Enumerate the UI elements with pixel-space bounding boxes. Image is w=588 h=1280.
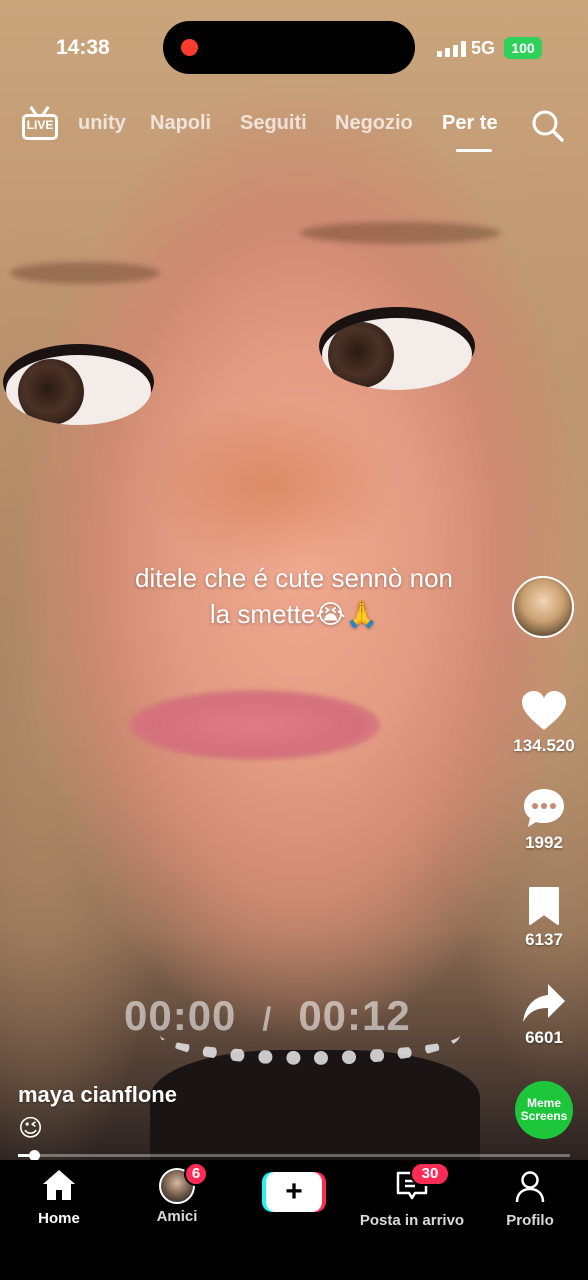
inbox-label: Posta in arrivo [359, 1212, 465, 1229]
video-face-detail [322, 318, 472, 390]
tab-home[interactable]: Home [30, 1160, 88, 1227]
friends-badge: 6 [184, 1162, 208, 1186]
video-face-detail [150, 1050, 480, 1170]
search-icon[interactable] [530, 108, 566, 144]
comment-icon [524, 789, 564, 827]
sound-label: Meme Screens [520, 1096, 568, 1123]
caption-line: la smette😭🙏 [209, 599, 379, 629]
like-button[interactable]: 134.520 [510, 690, 578, 756]
author-name[interactable]: maya cianflone [18, 1082, 177, 1108]
inbox-badge: 30 [410, 1162, 450, 1186]
heart-icon [522, 691, 566, 730]
save-button[interactable]: 6137 [510, 886, 578, 950]
video-face-detail [10, 262, 160, 284]
caption-line: ditele che é cute sennò non [134, 563, 454, 593]
tab-profile[interactable]: Profilo [500, 1160, 560, 1229]
battery-icon: 100 [504, 37, 542, 59]
tab-per-te[interactable]: Per te [442, 112, 498, 135]
save-count: 6137 [525, 930, 563, 949]
live-icon[interactable]: LIVE [22, 106, 58, 142]
video-face-detail [300, 222, 500, 244]
signal-icon [437, 40, 466, 57]
recording-dot-icon [181, 39, 198, 56]
tab-seguiti[interactable]: Seguiti [240, 112, 307, 135]
like-count: 134.520 [513, 736, 575, 755]
tab-friends[interactable]: Amici 6 [142, 1160, 212, 1225]
live-label: LIVE [26, 118, 54, 132]
active-tab-indicator [456, 149, 492, 152]
sound-disc[interactable]: Meme Screens [515, 1081, 573, 1139]
home-label: Home [38, 1210, 80, 1227]
profile-icon [515, 1171, 545, 1203]
status-time: 14:38 [56, 36, 110, 59]
video-face-detail [130, 690, 380, 760]
friends-label: Amici [156, 1208, 198, 1225]
time-overlay: 00:00 / 00:12 [124, 992, 464, 1040]
comment-button[interactable]: 1992 [510, 787, 578, 853]
video-face-detail [6, 355, 151, 425]
home-icon [43, 1170, 75, 1200]
time-separator: / [262, 1001, 273, 1037]
comment-count: 1992 [525, 833, 563, 852]
tab-inbox[interactable]: Posta in arrivo 30 [352, 1160, 472, 1229]
video-caption: ditele che é cute sennò non la smette😭🙏 [60, 560, 528, 632]
elapsed-time: 00:00 [124, 992, 237, 1039]
dynamic-island [163, 21, 415, 74]
tab-negozio[interactable]: Negozio [335, 112, 413, 135]
video-progress-bar[interactable] [18, 1150, 570, 1161]
plus-icon: + [266, 1172, 322, 1212]
network-type: 5G [471, 38, 496, 58]
share-button[interactable]: 6601 [510, 982, 578, 1048]
bookmark-icon [529, 887, 559, 925]
progress-fill [18, 1154, 30, 1157]
share-arrow-icon [523, 984, 565, 1022]
total-duration: 00:12 [298, 992, 411, 1039]
video-face-detail [140, 400, 400, 570]
screen: 14:38 5G 100 LIVE unity Napoli Seguiti N… [0, 0, 588, 1280]
video-description: 😉 [18, 1115, 44, 1142]
creator-avatar[interactable] [512, 576, 574, 638]
tab-community[interactable]: unity [78, 112, 126, 135]
share-count: 6601 [525, 1028, 563, 1047]
profile-label: Profilo [506, 1212, 554, 1229]
tab-napoli[interactable]: Napoli [150, 112, 211, 135]
create-button[interactable]: + [262, 1172, 326, 1212]
